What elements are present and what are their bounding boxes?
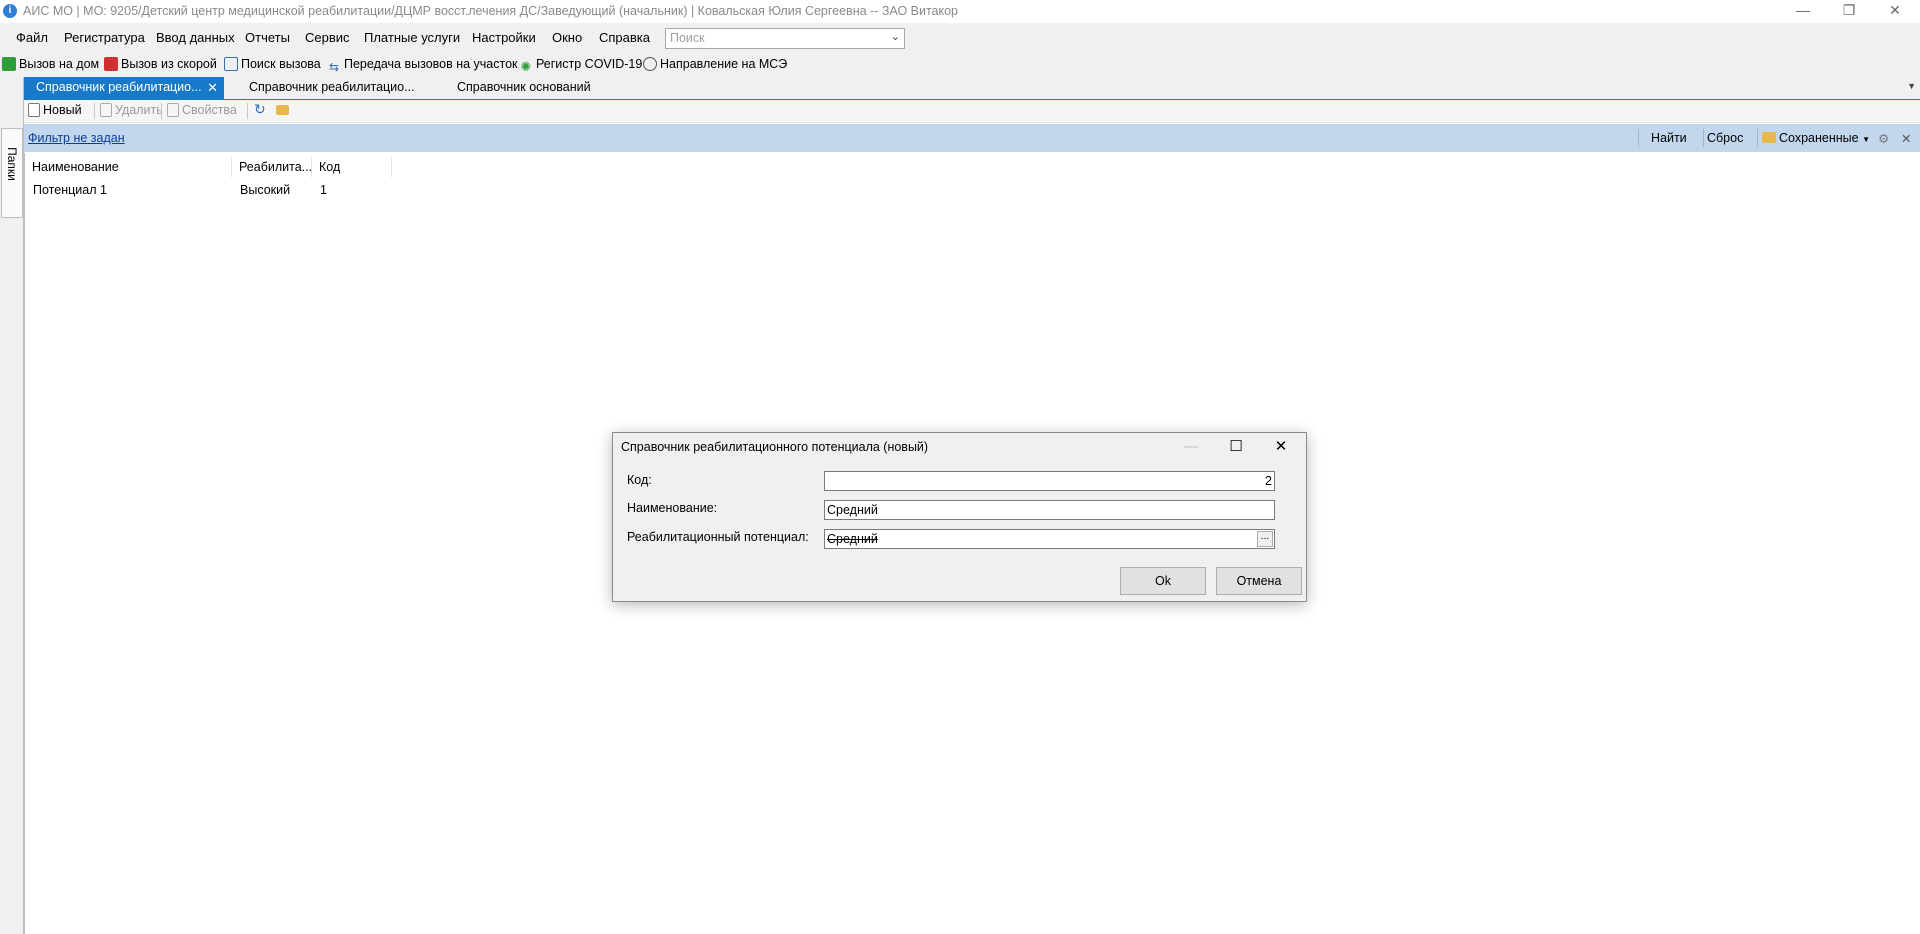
saved-filters-button[interactable]: Сохраненные ▼	[1762, 131, 1870, 145]
delete-icon	[100, 103, 112, 117]
transfer-calls-label: Передача вызовов на участок	[344, 57, 518, 71]
menu-settings[interactable]: Настройки	[472, 30, 536, 45]
search-call-icon	[224, 57, 238, 71]
saved-filters-label: Сохраненные	[1779, 131, 1859, 145]
rehab-potential-dialog: Справочник реабилитационного потенциала …	[612, 432, 1307, 602]
saved-folder-icon	[1762, 132, 1776, 143]
search-placeholder: Поиск	[670, 31, 705, 45]
filter-bar: Фильтр не задан Найти Сброс Сохраненные …	[24, 124, 1920, 152]
chevron-down-icon: ▼	[1862, 135, 1870, 144]
dialog-title: Справочник реабилитационного потенциала …	[621, 440, 929, 454]
folder-icon	[276, 105, 289, 115]
cancel-button[interactable]: Отмена	[1216, 567, 1302, 595]
home-call-button[interactable]: Вызов на дом	[2, 57, 99, 71]
window-title-bar: i АИС МО | МО: 9205/Детский центр медици…	[0, 0, 1920, 23]
transfer-icon: ⇆	[328, 60, 340, 74]
refresh-icon[interactable]: ↻	[254, 101, 266, 118]
tab-rehab-reference[interactable]: Справочник реабилитацио...	[237, 77, 415, 99]
rehab-potential-value: Средний	[827, 532, 878, 546]
column-header-rehab[interactable]: Реабилита...	[232, 157, 312, 177]
new-document-icon	[28, 103, 40, 117]
red-check-icon	[104, 57, 118, 71]
minimize-button[interactable]: —	[1780, 0, 1826, 23]
tab-grounds-reference[interactable]: Справочник оснований	[445, 77, 591, 99]
dialog-maximize-button[interactable]: ☐	[1218, 436, 1254, 460]
search-call-label: Поиск вызова	[241, 57, 321, 71]
table-row[interactable]: Потенциал 1 Высокий 1	[25, 180, 392, 200]
green-check-icon	[2, 57, 16, 71]
find-button[interactable]: Найти	[1651, 131, 1687, 145]
window-title: АИС МО | МО: 9205/Детский центр медицинс…	[23, 4, 959, 18]
toolbar-divider	[247, 103, 248, 119]
mse-referral-label: Направление на МСЭ	[660, 57, 788, 71]
home-call-label: Вызов на дом	[19, 57, 100, 71]
tab-rehab-reference-active[interactable]: Справочник реабилитацио... ✕	[24, 77, 224, 99]
menu-paid-services[interactable]: Платные услуги	[364, 30, 460, 45]
name-label: Наименование:	[627, 501, 718, 515]
document-tabs: Справочник реабилитацио... ✕ Справочник …	[24, 77, 1920, 101]
cell-name: Потенциал 1	[33, 183, 107, 197]
ellipsis-button[interactable]: ...	[1257, 531, 1273, 547]
rehab-potential-field[interactable]: Средний ...	[824, 529, 1275, 549]
toolbar-divider	[94, 103, 95, 119]
chevron-down-icon[interactable]: ⌄	[891, 30, 900, 43]
folders-tab[interactable]: Папки	[1, 128, 23, 218]
column-header-code[interactable]: Код	[312, 157, 392, 177]
delete-button[interactable]: Удалить	[100, 103, 163, 117]
cell-code: 1	[320, 183, 327, 197]
filter-divider	[1703, 129, 1704, 147]
menu-service[interactable]: Сервис	[305, 30, 350, 45]
quick-toolbar: Вызов на дом Вызов из скорой Поиск вызов…	[0, 53, 1920, 77]
tabs-dropdown-icon[interactable]: ▼	[1907, 81, 1916, 91]
referral-icon	[643, 57, 657, 71]
menu-reports[interactable]: Отчеты	[245, 30, 290, 45]
filter-divider	[1638, 129, 1639, 147]
cell-rehab: Высокий	[240, 183, 291, 197]
close-tab-icon[interactable]: ✕	[207, 77, 218, 98]
ambulance-call-button[interactable]: Вызов из скорой	[104, 57, 217, 71]
properties-icon	[167, 103, 179, 117]
new-label: Новый	[43, 103, 82, 117]
search-input[interactable]: Поиск ⌄	[665, 28, 905, 49]
covid-registry-button[interactable]: ✺ Регистр COVID-19	[519, 57, 643, 74]
ambulance-call-label: Вызов из скорой	[121, 57, 217, 71]
name-field[interactable]: Средний	[824, 500, 1275, 520]
properties-label: Свойства	[182, 103, 237, 117]
properties-button[interactable]: Свойства	[167, 103, 237, 117]
code-label: Код:	[627, 473, 652, 487]
filter-divider	[1757, 129, 1758, 147]
filter-link[interactable]: Фильтр не задан	[28, 131, 125, 145]
close-window-button[interactable]: ✕	[1872, 0, 1918, 23]
covid-registry-label: Регистр COVID-19	[536, 57, 643, 71]
menu-data-entry[interactable]: Ввод данных	[156, 30, 235, 45]
rehab-potential-label: Реабилитационный потенциал:	[627, 530, 809, 544]
code-field[interactable]: 2	[824, 471, 1275, 491]
transfer-calls-button[interactable]: ⇆ Передача вызовов на участок	[327, 57, 518, 74]
command-toolbar: Новый Удалить Свойства ↻	[24, 100, 1920, 123]
dialog-minimize-button: —	[1183, 438, 1199, 455]
dialog-close-button[interactable]: ✕	[1263, 436, 1299, 460]
virus-icon: ✺	[520, 59, 532, 74]
menu-window[interactable]: Окно	[552, 30, 582, 45]
menu-bar: Файл Регистратура Ввод данных Отчеты Сер…	[0, 23, 1920, 53]
menu-registry[interactable]: Регистратура	[64, 30, 145, 45]
menu-file[interactable]: Файл	[16, 30, 48, 45]
menu-help[interactable]: Справка	[599, 30, 650, 45]
tab-label: Справочник реабилитацио...	[36, 80, 202, 94]
toolbar-divider	[161, 103, 162, 119]
folder-star-icon[interactable]	[276, 103, 292, 117]
reset-button[interactable]: Сброс	[1707, 131, 1743, 145]
close-filter-icon[interactable]: ✕	[1901, 131, 1911, 146]
ok-button[interactable]: Ok	[1120, 567, 1206, 595]
restore-button[interactable]: ❐	[1826, 0, 1872, 23]
new-button[interactable]: Новый	[28, 103, 82, 117]
delete-label: Удалить	[115, 103, 163, 117]
folders-label: Папки	[5, 147, 19, 181]
mse-referral-button[interactable]: Направление на МСЭ	[643, 57, 787, 71]
settings-filter-icon[interactable]: ⚙	[1878, 131, 1889, 146]
column-header-name[interactable]: Наименование	[25, 157, 232, 177]
search-call-button[interactable]: Поиск вызова	[224, 57, 321, 71]
app-icon: i	[3, 4, 17, 18]
